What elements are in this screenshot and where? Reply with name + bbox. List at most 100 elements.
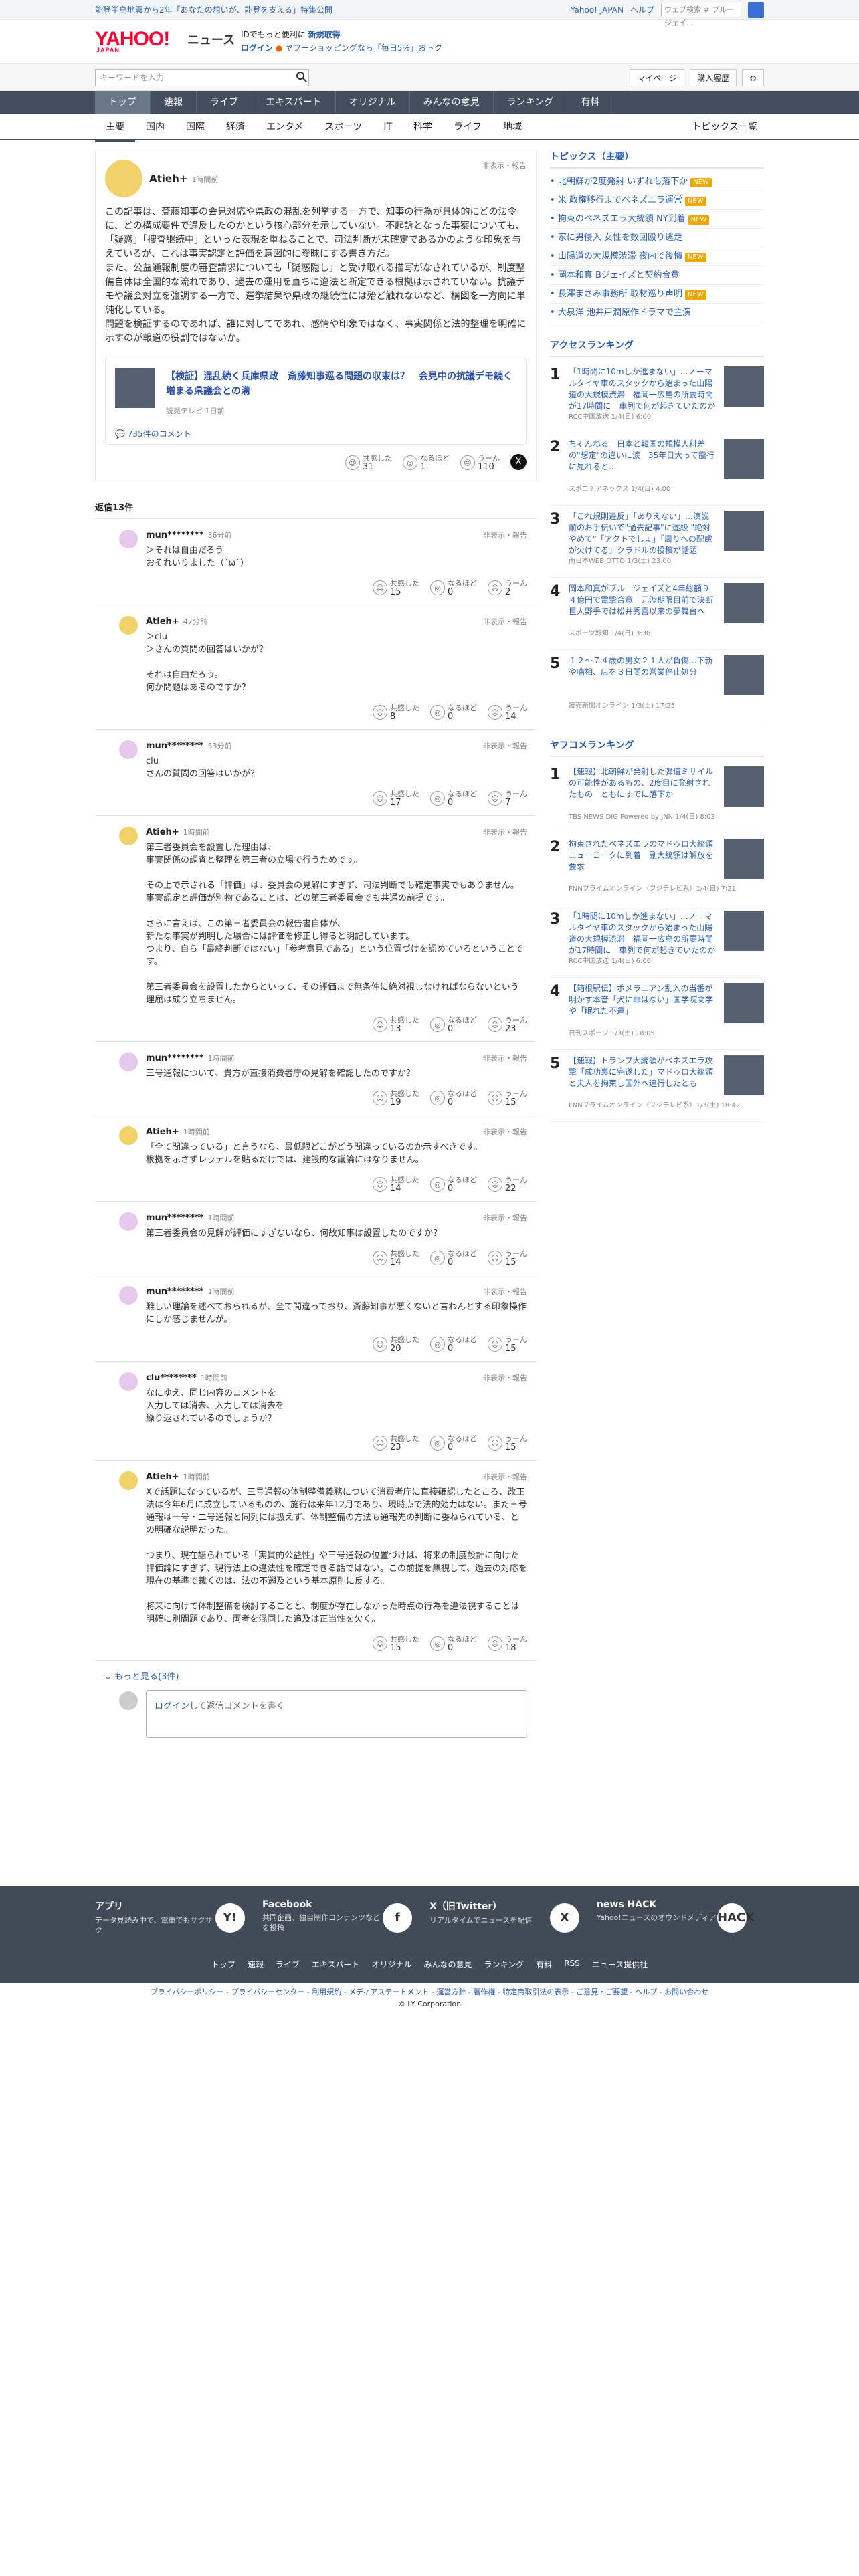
footer-app[interactable]: X（旧Twitter） リアルタイムでニュースを配信 X (430, 1899, 597, 1953)
topic-item[interactable]: • 米 政権移行までベネズエラ運営 NEW (550, 191, 764, 210)
hmm-button[interactable]: ☹ うーん 14 (488, 704, 527, 721)
mypage-button[interactable]: マイページ (630, 69, 685, 86)
ranking-item[interactable]: 5 【速報】トランプ大統領がベネズエラ攻撃「成功裏に完遂した」マドゥロ大統領と夫… (550, 1050, 764, 1122)
topic-item[interactable]: • 岡本和真 Bジェイズと契約合意 (550, 266, 764, 285)
footer-app[interactable]: アプリ データ見読み中で、電車でもサクサク Y! (95, 1899, 262, 1953)
help-link[interactable]: ヘルプ (630, 0, 654, 20)
reply-author[interactable]: Atieh+ (146, 1127, 179, 1137)
empathy-button[interactable]: ☺ 共感した 15 (373, 579, 419, 597)
subnav-life[interactable]: ライフ (443, 114, 492, 142)
empathy-button[interactable]: ☺ 共感した 31 (345, 454, 392, 471)
rank-title[interactable]: 拘束されたベネズエラのマドゥロ大統領ニューヨークに到着 副大統領は解放を要求 (569, 839, 716, 873)
insight-button[interactable]: ◎ なるほど 0 (430, 1635, 477, 1652)
ranking-item[interactable]: 4 【箱根駅伝】ポメラニアン乱入の当番が明かす本音「犬に罪はない」国学院関学や「… (550, 978, 764, 1050)
yahoo-japan-link[interactable]: Yahoo! JAPAN (571, 0, 624, 20)
nav-top[interactable]: トップ (95, 91, 151, 114)
rank-title[interactable]: 「1時間に10mしか進まない」…ノーマルタイヤ車のスタックから始まった山陽道の大… (569, 911, 716, 956)
empathy-button[interactable]: ☺ 共感した 8 (373, 704, 419, 721)
hmm-button[interactable]: ☹ うーん 15 (488, 1089, 527, 1107)
ranking-item[interactable]: 3 「1時間に10mしか進まない」…ノーマルタイヤ車のスタックから始まった山陽道… (550, 905, 764, 978)
insight-button[interactable]: ◎ なるほど 0 (430, 790, 477, 807)
subnav-entertainment[interactable]: エンタメ (256, 114, 314, 142)
empathy-button[interactable]: ☺ 共感した 14 (373, 1249, 419, 1267)
login-link[interactable]: ログイン (155, 1701, 189, 1711)
empathy-button[interactable]: ☺ 共感した 20 (373, 1335, 419, 1353)
gear-icon[interactable]: ⚙ (742, 69, 764, 86)
footer-link[interactable]: RSS (564, 1959, 580, 1970)
ranking-item[interactable]: 3 「これ規則違反」「ありえない」…演説前のお手伝いで"過去記事"に遂級 "絶対… (550, 506, 764, 578)
report-link[interactable]: 非表示・報告 (483, 740, 527, 751)
rank-title[interactable]: 【速報】北朝鮮が発射した弾道ミサイルの可能性があるもの、2度目に発射されたもの … (569, 766, 716, 800)
search-icon[interactable] (296, 71, 308, 83)
empathy-button[interactable]: ☺ 共感した 15 (373, 1635, 419, 1652)
show-more-link[interactable]: ⌄ もっと見る(3件) (95, 1661, 537, 1690)
report-link[interactable]: 非表示・報告 (483, 530, 527, 540)
nav-ranking[interactable]: ランキング (494, 91, 568, 114)
topics-list-link[interactable]: トピックス一覧 (692, 114, 757, 140)
footer-link[interactable]: ライブ (276, 1959, 300, 1970)
reply-author[interactable]: Atieh+ (146, 1472, 179, 1482)
footer-link[interactable]: エキスパート (312, 1959, 360, 1970)
rank-title[interactable]: 「1時間に10mしか進まない」…ノーマルタイヤ車のスタックから始まった山陽道の大… (569, 366, 716, 412)
hmm-button[interactable]: ☹ うーん 110 (460, 454, 500, 471)
article-card[interactable]: 【検証】混乱続く兵庫県政 斎藤知事巡る問題の収束は？ 会見中の抗議デモ続く 増ま… (105, 358, 527, 445)
search-button[interactable] (748, 2, 764, 18)
insight-button[interactable]: ◎ なるほど 1 (403, 454, 450, 471)
service-name[interactable]: ニュース (187, 31, 235, 48)
insight-button[interactable]: ◎ なるほど 0 (430, 1089, 477, 1107)
footer-link[interactable]: ニュース提供社 (592, 1959, 648, 1970)
x-share-icon[interactable]: X (510, 454, 527, 470)
topic-item[interactable]: • 北朝鮮が2度発射 いずれも落下か NEW (550, 173, 764, 191)
empathy-button[interactable]: ☺ 共感した 17 (373, 790, 419, 807)
report-link[interactable]: 非表示・報告 (483, 1286, 527, 1297)
topic-item[interactable]: • 拘束のベネズエラ大統領 NY到着 NEW (550, 210, 764, 229)
nav-original[interactable]: オリジナル (336, 91, 410, 114)
ranking-item[interactable]: 1 「1時間に10mしか進まない」…ノーマルタイヤ車のスタックから始まった山陽道… (550, 361, 764, 433)
keyword-search-input[interactable]: キーワードを入力 (95, 69, 309, 86)
register-link[interactable]: 新規取得 (308, 30, 341, 39)
topic-item[interactable]: • 山陽道の大規模渋滞 夜内で後悔 NEW (550, 247, 764, 266)
hmm-button[interactable]: ☹ うーん 23 (488, 1016, 527, 1033)
topic-item[interactable]: • 大泉洋 池井戸潤原作ドラマで主演 (550, 304, 764, 322)
empathy-button[interactable]: ☺ 共感した 14 (373, 1176, 419, 1193)
empathy-button[interactable]: ☺ 共感した 23 (373, 1434, 419, 1452)
subnav-it[interactable]: IT (373, 114, 403, 142)
insight-button[interactable]: ◎ なるほど 0 (430, 1176, 477, 1193)
reply-author[interactable]: mun******** (146, 1287, 203, 1297)
ranking-item[interactable]: 5 １２～７４歳の男女２１人が負傷...下新や噛相、店を３日間の営業停止処分 読… (550, 650, 764, 722)
hmm-button[interactable]: ☹ うーん 2 (488, 579, 527, 597)
subnav-science[interactable]: 科学 (403, 114, 443, 142)
article-title[interactable]: 【検証】混乱続く兵庫県政 斎藤知事巡る問題の収束は？ 会見中の抗議デモ続く 増ま… (166, 369, 522, 399)
footer-link[interactable]: 有料 (536, 1959, 552, 1970)
reply-input[interactable]: ログインして返信コメントを書く (146, 1690, 527, 1738)
footer-link[interactable]: ランキング (484, 1959, 524, 1970)
rank-title[interactable]: 【速報】トランプ大統領がベネズエラ攻撃「成功裏に完遂した」マドゥロ大統領と夫人を… (569, 1055, 716, 1089)
reply-author[interactable]: mun******** (146, 530, 203, 540)
reply-author[interactable]: mun******** (146, 1053, 203, 1063)
insight-button[interactable]: ◎ なるほど 0 (430, 1434, 477, 1452)
report-link[interactable]: 非表示・報告 (483, 1053, 527, 1063)
ranking-item[interactable]: 2 拘束されたベネズエラのマドゥロ大統領ニューヨークに到着 副大統領は解放を要求… (550, 833, 764, 905)
yahoo-logo[interactable]: YAHOO! JAPAN (95, 28, 170, 53)
insight-button[interactable]: ◎ なるほど 0 (430, 1016, 477, 1033)
ranking-item[interactable]: 4 岡本和真がブルージェイズと4年総額９４億円で電撃合意 元渉期限目前で決断 巨… (550, 578, 764, 650)
nav-opinions[interactable]: みんなの意見 (410, 91, 494, 114)
subnav-local[interactable]: 地域 (492, 114, 533, 142)
web-search-input[interactable]: ウェブ検索 # プルージェイ... (661, 3, 741, 27)
footer-link[interactable]: オリジナル (372, 1959, 412, 1970)
history-button[interactable]: 購入履歴 (690, 69, 737, 86)
rank-title[interactable]: １２～７４歳の男女２１人が負傷...下新や噛相、店を３日間の営業停止処分 (569, 655, 716, 678)
nav-expert[interactable]: エキスパート (252, 91, 336, 114)
article-comments-link[interactable]: 💬 735件のコメント (115, 428, 191, 439)
insight-button[interactable]: ◎ なるほど 0 (430, 1249, 477, 1267)
subnav-economy[interactable]: 経済 (215, 114, 256, 142)
report-link[interactable]: 非表示・報告 (483, 1372, 527, 1383)
footer-link[interactable]: みんなの意見 (424, 1959, 472, 1970)
report-link[interactable]: 非表示・報告 (483, 616, 527, 627)
report-link[interactable]: 非表示・報告 (483, 1471, 527, 1482)
reply-author[interactable]: mun******** (146, 1213, 203, 1223)
hmm-button[interactable]: ☹ うーん 22 (488, 1176, 527, 1193)
nav-live[interactable]: ライブ (197, 91, 252, 114)
promo-link[interactable]: 能登半島地震から2年「あなたの想いが、能登を支える」特集公開 (95, 0, 332, 20)
nav-paid[interactable]: 有料 (567, 91, 614, 114)
